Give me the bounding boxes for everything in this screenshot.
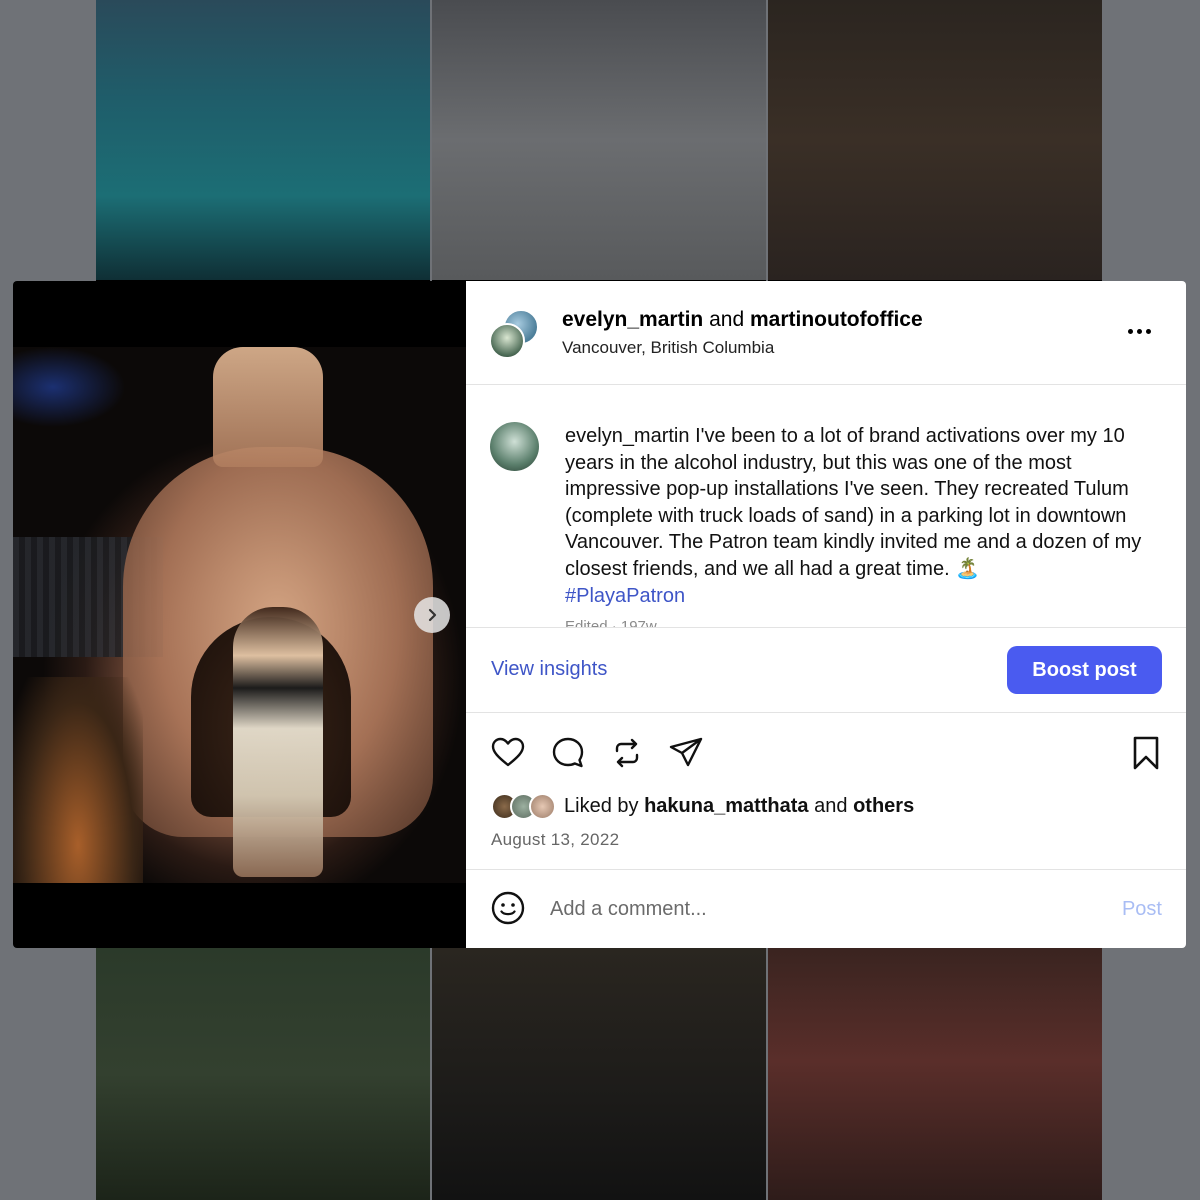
- more-options-button[interactable]: [1128, 321, 1156, 341]
- edited-label: Edited · 197w: [565, 618, 657, 628]
- chevron-right-icon: [428, 608, 437, 622]
- heart-icon[interactable]: [490, 735, 526, 771]
- collab-author-link[interactable]: martinoutofoffice: [750, 308, 923, 331]
- likes-summary[interactable]: Liked by hakuna_matthata and others: [491, 793, 914, 820]
- post-actions: Liked by hakuna_matthata and others Augu…: [466, 713, 1186, 870]
- potted-plant: [13, 677, 143, 883]
- post-date: August 13, 2022: [491, 830, 620, 849]
- post-details-panel: evelyn_martin and martinoutofoffice Vanc…: [466, 281, 1186, 948]
- repost-icon[interactable]: [609, 735, 645, 771]
- bottle-neck: [213, 347, 323, 467]
- grid-post-thumbnail[interactable]: [96, 0, 430, 280]
- insights-bar: View insights Boost post: [466, 628, 1186, 713]
- post-media: [13, 281, 466, 948]
- post-photo[interactable]: [13, 347, 466, 883]
- hashtag-link[interactable]: #PlayaPatron: [565, 583, 1165, 610]
- person-figure: [233, 607, 323, 877]
- send-icon[interactable]: [668, 735, 704, 771]
- liked-by-prefix: Liked by: [564, 795, 639, 817]
- post-modal: evelyn_martin and martinoutofoffice Vanc…: [13, 281, 1186, 948]
- likes-text: Liked by hakuna_matthata and others: [564, 795, 914, 818]
- grid-post-thumbnail[interactable]: [432, 948, 766, 1200]
- grid-post-thumbnail[interactable]: [96, 948, 430, 1200]
- location-link[interactable]: Vancouver, British Columbia: [562, 338, 774, 358]
- view-insights-link[interactable]: View insights: [491, 658, 607, 681]
- more-options-icon: [1146, 328, 1151, 334]
- avatar: [529, 793, 556, 820]
- caption-section: evelyn_martin I've been to a lot of bran…: [466, 385, 1186, 628]
- post-comment-button[interactable]: Post: [1122, 898, 1162, 921]
- comment-bar: Post: [466, 870, 1186, 948]
- post-header: evelyn_martin and martinoutofoffice Vanc…: [466, 281, 1186, 385]
- liker-username[interactable]: hakuna_matthata: [644, 795, 809, 817]
- author-link[interactable]: evelyn_martin: [562, 308, 703, 331]
- caption-text: evelyn_martin I've been to a lot of bran…: [565, 423, 1165, 609]
- caption-body: I've been to a lot of brand activations …: [565, 425, 1142, 580]
- grid-post-thumbnail[interactable]: [768, 0, 1102, 280]
- caption-username[interactable]: evelyn_martin: [565, 425, 690, 447]
- more-options-icon: [1137, 328, 1142, 334]
- comment-icon[interactable]: [550, 735, 586, 771]
- avatar[interactable]: [490, 422, 539, 471]
- comment-input[interactable]: [550, 894, 1070, 924]
- post-authors: evelyn_martin and martinoutofoffice: [562, 308, 923, 332]
- bookmark-icon[interactable]: [1128, 735, 1164, 771]
- more-options-icon: [1128, 328, 1133, 334]
- smiley-icon[interactable]: [490, 890, 526, 926]
- collab-avatars[interactable]: [489, 309, 541, 361]
- avatar: [489, 323, 525, 359]
- grid-post-thumbnail[interactable]: [768, 948, 1102, 1200]
- boost-post-button[interactable]: Boost post: [1007, 646, 1162, 694]
- likes-and: and: [814, 795, 848, 817]
- authors-conjunction: and: [709, 308, 745, 331]
- likes-others-link[interactable]: others: [853, 795, 914, 817]
- carousel-next-button[interactable]: [414, 597, 450, 633]
- grid-post-thumbnail[interactable]: [432, 0, 766, 280]
